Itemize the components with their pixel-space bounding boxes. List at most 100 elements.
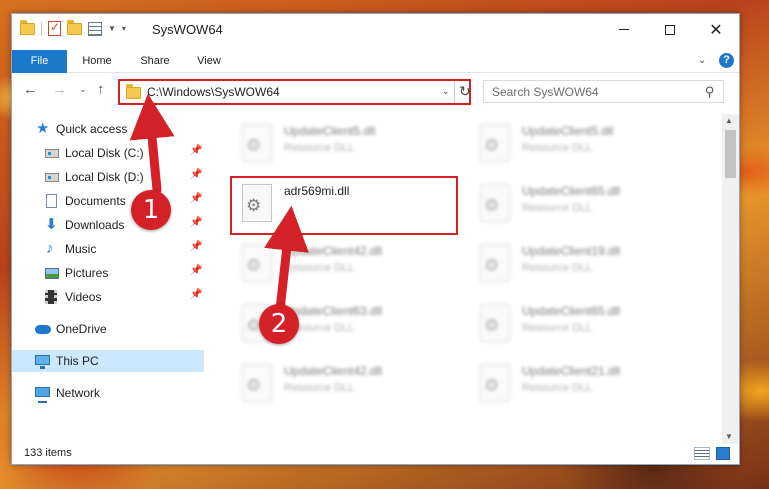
- ribbon-tabs: File Home Share View ⌄ ?: [12, 50, 739, 73]
- sidebar-item-music[interactable]: ♪ Music 📌: [12, 238, 204, 260]
- vertical-scrollbar[interactable]: ▲ ▼: [722, 114, 739, 444]
- dll-file-icon: [480, 124, 510, 162]
- file-tile[interactable]: UpdateClient63.dll Resource DLL: [234, 298, 454, 348]
- search-placeholder: Search SysWOW64: [492, 85, 599, 99]
- file-tile[interactable]: UpdateClient42.dll Resource DLL: [234, 358, 454, 408]
- properties-check-icon[interactable]: [48, 20, 61, 36]
- minimize-button[interactable]: [601, 14, 647, 45]
- dll-file-icon: [480, 364, 510, 402]
- chevron-down-icon[interactable]: ⌄: [442, 86, 450, 97]
- pictures-icon: [45, 266, 59, 280]
- file-name: UpdateClient5.dll: [522, 124, 614, 138]
- pin-icon[interactable]: 📌: [190, 169, 202, 180]
- scroll-up-icon[interactable]: ▲: [725, 116, 733, 125]
- sidebar-item-pictures[interactable]: Pictures 📌: [12, 262, 204, 284]
- help-icon[interactable]: ?: [719, 53, 734, 68]
- dll-file-icon: [242, 244, 272, 282]
- details-view-icon[interactable]: [694, 447, 710, 460]
- sidebar-item-label: Local Disk (D:): [65, 170, 144, 184]
- file-name: adr569mi.dll: [284, 184, 350, 198]
- address-path[interactable]: C:\Windows\SysWOW64: [147, 85, 280, 99]
- tab-home[interactable]: Home: [72, 50, 122, 73]
- refresh-icon[interactable]: ↻: [459, 83, 471, 100]
- toolbar-divider: [41, 21, 42, 36]
- rename-icon[interactable]: [88, 21, 102, 36]
- sidebar-item-local-disk-c[interactable]: Local Disk (C:) 📌: [12, 142, 204, 164]
- dll-file-icon: [480, 184, 510, 222]
- scroll-thumb[interactable]: [725, 130, 736, 178]
- sidebar-item-label: Pictures: [65, 266, 109, 280]
- pin-icon[interactable]: 📌: [190, 217, 202, 228]
- sidebar-item-onedrive[interactable]: OneDrive: [12, 318, 204, 340]
- file-name: UpdateClient5.dll: [284, 124, 376, 138]
- pin-icon[interactable]: 📌: [190, 193, 202, 204]
- sidebar-item-label: Music: [65, 242, 97, 256]
- file-tile[interactable]: UpdateClient19.dll Resource DLL: [472, 238, 692, 288]
- file-name: UpdateClient21.dll: [522, 364, 621, 378]
- pin-icon[interactable]: 📌: [190, 241, 202, 252]
- pin-icon[interactable]: 📌: [190, 145, 202, 156]
- address-bar[interactable]: C:\Windows\SysWOW64 ⌄ ↻: [118, 79, 471, 105]
- file-type: Resource DLL: [284, 382, 355, 394]
- item-count: 133 items: [24, 447, 72, 459]
- pin-icon[interactable]: 📌: [190, 265, 202, 276]
- file-tile-adr569mi[interactable]: adr569mi.dll: [234, 178, 454, 228]
- sidebar-item-videos[interactable]: Videos 📌: [12, 286, 204, 308]
- tab-view[interactable]: View: [186, 50, 232, 73]
- computer-icon: [35, 354, 50, 369]
- maximize-button[interactable]: [647, 14, 693, 45]
- sidebar-item-downloads[interactable]: ⬇ Downloads 📌: [12, 214, 204, 236]
- sidebar-item-label: Network: [56, 386, 101, 400]
- scroll-down-icon[interactable]: ▼: [725, 432, 733, 441]
- file-name: UpdateClient19.dll: [522, 244, 621, 258]
- file-type: Resource DLL: [522, 382, 593, 394]
- forward-arrow-icon[interactable]: →: [52, 81, 67, 98]
- expand-ribbon-icon[interactable]: ⌄: [698, 55, 706, 66]
- chevron-down-icon[interactable]: ▼: [108, 24, 116, 33]
- maximize-icon: [665, 24, 675, 35]
- close-button[interactable]: ✕: [693, 14, 739, 45]
- download-arrow-icon: ⬇: [45, 216, 58, 233]
- large-icons-view-icon[interactable]: [716, 447, 730, 460]
- back-arrow-icon[interactable]: ←: [23, 81, 38, 98]
- search-input[interactable]: Search SysWOW64 ⚲: [483, 80, 724, 103]
- file-tile[interactable]: UpdateClient65.dll Resource DLL: [472, 298, 692, 348]
- file-tile[interactable]: UpdateClient42.dll Resource DLL: [234, 238, 454, 288]
- file-tile[interactable]: UpdateClient5.dll Resource DLL: [234, 118, 454, 168]
- file-list: UpdateClient5.dll Resource DLL UpdateCli…: [220, 114, 720, 442]
- cloud-icon: [35, 322, 51, 336]
- recent-locations-icon[interactable]: ⌄: [79, 84, 87, 95]
- customize-toolbar-icon[interactable]: ▾: [122, 24, 126, 33]
- file-explorer-window: ▼ ▾ SysWOW64 ✕ File Home Share View ⌄ ? …: [11, 13, 740, 465]
- folder-icon: [20, 19, 35, 35]
- document-icon: [46, 194, 60, 208]
- sidebar-item-quick-access[interactable]: ★ Quick access: [12, 118, 204, 140]
- tab-share[interactable]: Share: [130, 50, 180, 73]
- file-tile[interactable]: UpdateClient65.dll Resource DLL: [472, 178, 692, 228]
- file-type: Resource DLL: [284, 322, 355, 334]
- file-tile[interactable]: UpdateClient5.dll Resource DLL: [472, 118, 692, 168]
- sidebar-item-documents[interactable]: Documents 📌: [12, 190, 204, 212]
- sidebar-item-this-pc[interactable]: This PC: [12, 350, 204, 372]
- tab-file[interactable]: File: [12, 50, 67, 73]
- pin-icon[interactable]: 📌: [190, 289, 202, 300]
- window-title: SysWOW64: [152, 22, 223, 37]
- sidebar-item-local-disk-d[interactable]: Local Disk (D:) 📌: [12, 166, 204, 188]
- sidebar-item-label: This PC: [56, 354, 99, 368]
- file-type: Resource DLL: [284, 142, 355, 154]
- up-arrow-icon[interactable]: ↑: [97, 81, 105, 98]
- dll-file-icon: [480, 304, 510, 342]
- sidebar-item-label: Videos: [65, 290, 102, 304]
- file-type: Resource DLL: [522, 202, 593, 214]
- quick-access-toolbar: ▼ ▾: [20, 19, 126, 36]
- sidebar-item-network[interactable]: Network: [12, 382, 204, 404]
- new-folder-icon[interactable]: [67, 19, 82, 35]
- drive-icon: [45, 170, 59, 184]
- file-name: UpdateClient65.dll: [522, 304, 621, 318]
- sidebar-item-label: OneDrive: [56, 322, 107, 336]
- file-type: Resource DLL: [284, 262, 355, 274]
- drive-icon: [45, 146, 59, 160]
- file-tile[interactable]: UpdateClient21.dll Resource DLL: [472, 358, 692, 408]
- search-icon[interactable]: ⚲: [705, 84, 715, 100]
- dll-file-icon: [242, 184, 272, 222]
